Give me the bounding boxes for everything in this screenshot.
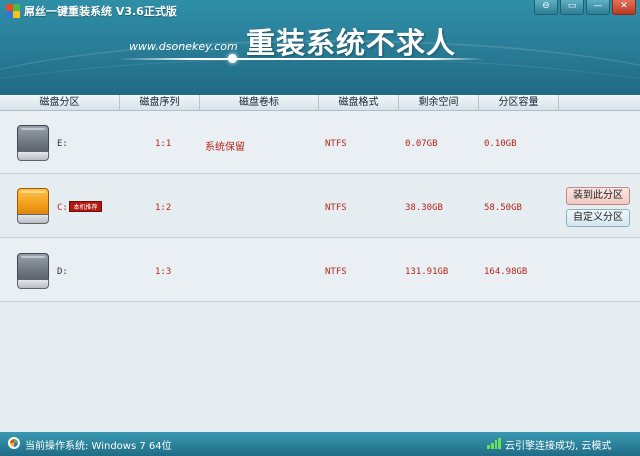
window-controls: ⊖ ▭ — ✕ xyxy=(534,0,636,15)
gray-drive-icon xyxy=(17,253,49,289)
status-bar: 当前操作系统: Windows 7 64位 云引擎连接成功, 云模式 xyxy=(0,432,640,456)
col-free[interactable]: 剩余空间 xyxy=(399,95,479,110)
capacity: 58.50GB xyxy=(484,203,522,213)
skin-icon[interactable]: ▭ xyxy=(560,0,584,15)
partition-format: NTFS xyxy=(325,267,347,277)
header-banner: 屌丝一键重装系统 V3.6正式版 ⊖ ▭ — ✕ www.dsonekey.co… xyxy=(0,0,640,95)
free-space: 0.07GB xyxy=(405,139,438,149)
signal-icon xyxy=(487,438,501,449)
col-partition[interactable]: 磁盘分区 xyxy=(0,95,120,110)
capacity: 164.98GB xyxy=(484,267,528,277)
window-title: 屌丝一键重装系统 V3.6正式版 xyxy=(24,5,177,18)
col-capacity[interactable]: 分区容量 xyxy=(479,95,559,110)
gray-drive-icon xyxy=(17,125,49,161)
windows-logo-icon xyxy=(8,437,20,449)
partition-row-selected[interactable]: C: 本机推荐 1:2 NTFS 38.30GB 58.50GB 装到此分区 自… xyxy=(0,175,640,238)
free-space: 38.30GB xyxy=(405,203,443,213)
feedback-icon[interactable]: ⊖ xyxy=(534,0,558,15)
partition-format: NTFS xyxy=(325,203,347,213)
minimize-icon[interactable]: — xyxy=(586,0,610,15)
drive-letter: D: xyxy=(57,267,68,277)
cloud-status-text: 云引擎连接成功, 云模式 xyxy=(505,441,612,452)
install-to-partition-button[interactable]: 装到此分区 xyxy=(566,187,630,205)
drive-letter: E: xyxy=(57,139,68,149)
app-logo-icon xyxy=(6,4,20,18)
current-os-text: 当前操作系统: Windows 7 64位 xyxy=(25,441,172,452)
col-label[interactable]: 磁盘卷标 xyxy=(200,95,319,110)
site-url: www.dsonekey.com xyxy=(129,40,238,53)
column-header-row: 磁盘分区 磁盘序列 磁盘卷标 磁盘格式 剩余空间 分区容量 xyxy=(0,95,640,111)
drive-letter: C: xyxy=(57,203,68,213)
slogan-underline xyxy=(118,58,484,60)
app-window: 屌丝一键重装系统 V3.6正式版 ⊖ ▭ — ✕ www.dsonekey.co… xyxy=(0,0,640,456)
close-icon[interactable]: ✕ xyxy=(612,0,636,15)
col-sequence[interactable]: 磁盘序列 xyxy=(120,95,200,110)
partition-sequence: 1:2 xyxy=(155,203,172,213)
volume-label: 系统保留 xyxy=(205,142,245,153)
partition-sequence: 1:1 xyxy=(155,139,172,149)
col-format[interactable]: 磁盘格式 xyxy=(319,95,399,110)
slogan-dot xyxy=(228,54,237,63)
partition-row[interactable]: D: 1:3 NTFS 131.91GB 164.98GB xyxy=(0,239,640,302)
partition-sequence: 1:3 xyxy=(155,267,172,277)
title-bar: 屌丝一键重装系统 V3.6正式版 xyxy=(6,3,177,19)
partition-format: NTFS xyxy=(325,139,347,149)
custom-partition-button[interactable]: 自定义分区 xyxy=(566,209,630,227)
orange-drive-icon xyxy=(17,188,49,224)
recommended-badge: 本机推荐 xyxy=(69,201,102,212)
partition-row[interactable]: E: 1:1 系统保留 NTFS 0.07GB 0.10GB xyxy=(0,111,640,174)
slogan: 重装系统不求人 xyxy=(246,26,457,60)
capacity: 0.10GB xyxy=(484,139,517,149)
free-space: 131.91GB xyxy=(405,267,449,277)
